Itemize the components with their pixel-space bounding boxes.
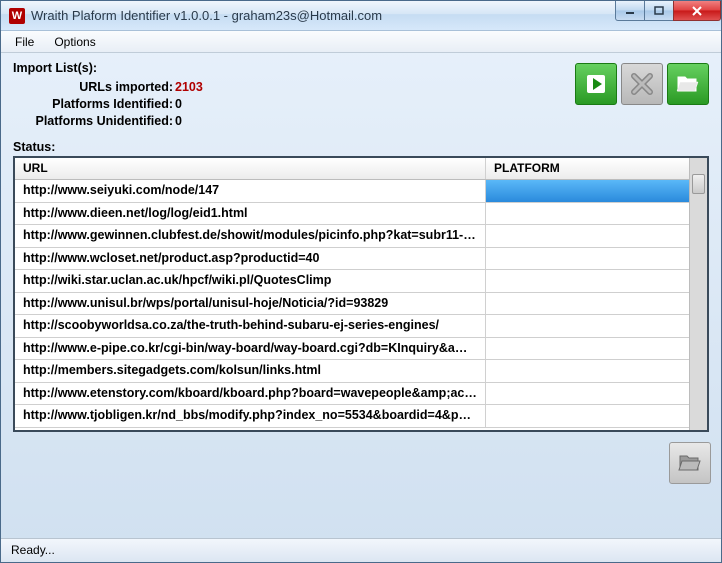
cell-url: http://www.etenstory.com/kboard/kboard.p… [15,383,486,405]
table-row[interactable]: http://www.wcloset.net/product.asp?produ… [15,248,689,271]
table-row[interactable]: http://members.sitegadgets.com/kolsun/li… [15,360,689,383]
cell-platform [486,383,689,405]
table-header: URL PLATFORM [15,158,689,180]
cell-url: http://www.seiyuki.com/node/147 [15,180,486,202]
platforms-unidentified-value: 0 [175,113,182,130]
results-table: URL PLATFORM http://www.seiyuki.com/node… [13,156,709,432]
cell-platform [486,293,689,315]
cell-platform [486,248,689,270]
open-folder-button[interactable] [667,63,709,105]
window-controls [616,1,721,23]
table-row[interactable]: http://www.unisul.br/wps/portal/unisul-h… [15,293,689,316]
status-text: Ready... [11,543,55,557]
close-button[interactable] [673,1,721,21]
stop-button[interactable] [621,63,663,105]
cell-url: http://wiki.star.uclan.ac.uk/hpcf/wiki.p… [15,270,486,292]
table-row[interactable]: http://www.e-pipe.co.kr/cgi-bin/way-boar… [15,338,689,361]
menu-file[interactable]: File [5,33,44,51]
maximize-button[interactable] [644,1,674,21]
cell-platform [486,315,689,337]
platforms-unidentified-label: Platforms Unidentified: [13,113,173,130]
folder-icon [678,452,702,474]
cell-url: http://www.unisul.br/wps/portal/unisul-h… [15,293,486,315]
cell-url: http://www.gewinnen.clubfest.de/showit/m… [15,225,486,247]
cell-platform [486,203,689,225]
client-area: Import List(s): URLs imported: 2103 Plat… [1,53,721,538]
close-icon [691,6,703,16]
col-header-url[interactable]: URL [15,158,486,179]
menubar: File Options [1,31,721,53]
cell-url: http://www.tjobligen.kr/nd_bbs/modify.ph… [15,405,486,427]
platforms-identified-value: 0 [175,96,182,113]
platforms-identified-label: Platforms Identified: [13,96,173,113]
cell-url: http://www.wcloset.net/product.asp?produ… [15,248,486,270]
window-title: Wraith Plaform Identifier v1.0.0.1 - gra… [31,8,382,23]
cell-platform [486,360,689,382]
table-row[interactable]: http://wiki.star.uclan.ac.uk/hpcf/wiki.p… [15,270,689,293]
menu-options[interactable]: Options [44,33,105,51]
table-row[interactable]: http://www.dieen.net/log/log/eid1.html [15,203,689,226]
col-header-platform[interactable]: PLATFORM [486,158,689,179]
cell-url: http://www.e-pipe.co.kr/cgi-bin/way-boar… [15,338,486,360]
table-body: http://www.seiyuki.com/node/147http://ww… [15,180,689,428]
import-section: Import List(s): URLs imported: 2103 Plat… [13,61,709,130]
cell-platform [486,338,689,360]
bottom-area [13,432,709,534]
start-button[interactable] [575,63,617,105]
cancel-icon [629,71,655,97]
titlebar[interactable]: W Wraith Plaform Identifier v1.0.0.1 - g… [1,1,721,31]
table-row[interactable]: http://www.gewinnen.clubfest.de/showit/m… [15,225,689,248]
export-folder-button[interactable] [669,442,711,484]
toolbar [575,63,709,105]
scrollbar-thumb[interactable] [692,174,705,194]
table-row[interactable]: http://www.tjobligen.kr/nd_bbs/modify.ph… [15,405,689,428]
minimize-icon [624,6,636,16]
urls-imported-value: 2103 [175,79,203,96]
cell-platform [486,405,689,427]
table-row[interactable]: http://scoobyworldsa.co.za/the-truth-beh… [15,315,689,338]
status-label: Status: [13,140,709,154]
vertical-scrollbar[interactable] [689,158,707,430]
table-row[interactable]: http://www.seiyuki.com/node/147 [15,180,689,203]
app-icon: W [9,8,25,24]
cell-platform [486,225,689,247]
table-row[interactable]: http://www.etenstory.com/kboard/kboard.p… [15,383,689,406]
maximize-icon [653,6,665,16]
urls-imported-label: URLs imported: [13,79,173,96]
folder-open-icon [676,73,700,95]
play-icon [585,73,607,95]
cell-platform [486,270,689,292]
cell-url: http://members.sitegadgets.com/kolsun/li… [15,360,486,382]
app-window: W Wraith Plaform Identifier v1.0.0.1 - g… [0,0,722,563]
cell-url: http://scoobyworldsa.co.za/the-truth-beh… [15,315,486,337]
cell-url: http://www.dieen.net/log/log/eid1.html [15,203,486,225]
statusbar: Ready... [1,538,721,562]
minimize-button[interactable] [615,1,645,21]
cell-platform [486,180,689,202]
